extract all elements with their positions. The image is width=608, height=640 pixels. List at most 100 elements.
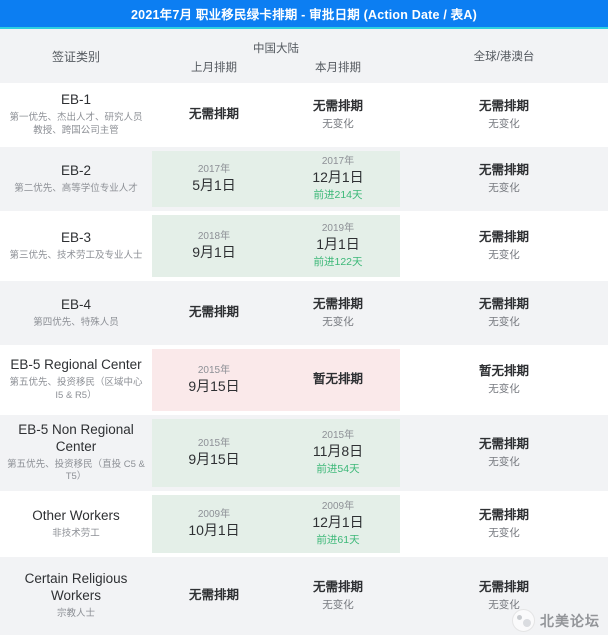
category-subtitle: 非技术劳工 [52,527,100,539]
category-subtitle: 第一优先、杰出人才、研究人员教授、跨国公司主管 [9,112,143,136]
date-value: 1月1日 [316,235,360,252]
no-change-note: 无变化 [322,316,354,329]
table-row: EB-3 第三优先、技术劳工及专业人士 2018年 9月1日 2019年 1月1日前进12… [0,211,608,281]
cell-category: EB-5 Non Regional Center 第五优先、投资移民（直投 C5 … [0,415,152,491]
category-subtitle: 第五优先、投资移民（直投 C5 & T5） [7,458,145,483]
no-change-note: 无变化 [322,118,354,131]
cell-current-month: 2009年 12月1日前进61天 [276,491,400,557]
column-header-worldwide: 全球/港澳台 [400,29,608,83]
cell-worldwide: 无需排期 无变化 [400,83,608,147]
date-year: 2009年 [197,509,231,521]
cell-previous-month: 2015年 9月15日 [152,415,276,491]
date-year: 2015年 [321,429,355,441]
date-value: 9月1日 [192,244,236,261]
date-value: 12月1日 [312,168,364,185]
date-value: 10月1日 [188,522,240,539]
column-header-china-group: 中国大陆 上月排期 本月排期 [152,29,400,83]
table-row: Other Workers 非技术劳工 2009年 10月1日 2009年 12月1日 前进… [0,491,608,557]
date-value: 暂无排期 [312,372,363,387]
cell-worldwide: 暂无排期 无变化 [400,345,608,415]
advance-days-badge: 前进54天 [316,462,360,475]
worldwide-value: 无需排期 [478,162,529,177]
cell-worldwide: 无需排期 无变化 [400,415,608,491]
worldwide-value: 暂无排期 [478,363,529,378]
date-year: 2017年 [197,164,231,176]
column-header-previous-month: 上月排期 [191,62,237,74]
date-year: 2018年 [197,231,231,243]
no-change-note: 无变化 [488,383,520,396]
cell-category: EB-1 第一优先、杰出人才、研究人员教授、跨国公司主管 [0,83,152,147]
no-change-note: 无变化 [488,118,520,131]
cell-category: EB-2 第二优先、高等学位专业人才 [0,147,152,211]
date-value: 12月1日 [312,513,364,530]
category-title: EB-5 Regional Center [10,357,142,373]
date-year: 2019年 [321,222,355,234]
date-value: 无需排期 [188,107,239,122]
date-value: 无需排期 [312,296,363,311]
cell-previous-month: 无需排期 [152,83,276,147]
page-title: 2021年7月 职业移民绿卡排期 - 审批日期 (Action Date / 表… [0,0,608,27]
category-title: EB-3 [60,229,91,245]
column-header-worldwide-label: 全球/港澳台 [473,51,535,63]
date-year: 2009年 [321,500,355,512]
advance-days-badge: 前进61天 [316,533,360,546]
category-subtitle: 宗教人士 [56,607,95,619]
category-title: Other Workers [32,507,120,523]
cell-worldwide: 无需排期 无变化 [400,211,608,281]
cell-category: Certain Religious Workers 宗教人士 [0,557,152,635]
date-year: 2015年 [197,438,231,450]
worldwide-value: 无需排期 [478,296,529,311]
cell-previous-month: 2017年 5月1日 [152,147,276,211]
cell-current-month: 无需排期 无变化 [276,83,400,147]
date-year: 2017年 [321,155,355,167]
category-title: EB-2 [60,162,91,178]
table-row: EB-1 第一优先、杰出人才、研究人员教授、跨国公司主管 无需排期 无需排期 无变化 无需… [0,83,608,147]
category-title: Certain Religious Workers [24,571,128,604]
column-header-category-label: 签证类别 [51,49,100,64]
cell-worldwide: 无需排期 无变化 [400,491,608,557]
cell-current-month: 无需排期 无变化 [276,557,400,635]
table-row: EB-5 Non Regional Center 第五优先、投资移民（直投 C5 … [0,415,608,491]
table-row: EB-2 第二优先、高等学位专业人才 2017年 5月1日 2017年 12月1日 前进21… [0,147,608,211]
cell-current-month: 无需排期 无变化 [276,281,400,345]
date-value: 5月1日 [192,177,236,194]
page-title-text: 2021年7月 职业移民绿卡排期 - 审批日期 (Action Date / 表… [131,8,477,22]
table-row: EB-5 Regional Center 第五优先、投资移民（区域中心 I5 & … [0,345,608,415]
date-value: 无需排期 [188,305,239,320]
worldwide-value: 无需排期 [478,436,529,451]
table-body: EB-1 第一优先、杰出人才、研究人员教授、跨国公司主管 无需排期 无需排期 无变化 无需… [0,83,608,635]
cell-current-month: 2015年 11月8日前进54天 [276,415,400,491]
cell-worldwide: 无需排期 无变化 [400,147,608,211]
category-title: EB-5 Non Regional Center [18,421,134,454]
cell-current-month: 暂无排期 [276,345,400,415]
date-value: 无需排期 [312,98,363,113]
no-change-note: 无变化 [488,182,520,195]
advance-days-badge: 前进214天 [313,188,363,201]
date-value: 无需排期 [312,579,363,594]
cell-category: EB-5 Regional Center 第五优先、投资移民（区域中心 I5 & … [0,345,152,415]
date-value: 9月15日 [188,378,240,395]
worldwide-value: 无需排期 [478,98,529,113]
cell-previous-month: 2018年 9月1日 [152,211,276,281]
cell-previous-month: 2009年 10月1日 [152,491,276,557]
category-subtitle: 第三优先、技术劳工及专业人士 [9,249,143,261]
forum-logo-icon [512,609,535,632]
visa-bulletin-table: 2021年7月 职业移民绿卡排期 - 审批日期 (Action Date / 表… [0,0,608,640]
category-title: EB-1 [60,92,91,108]
watermark: 北美论坛 [512,609,600,632]
category-subtitle: 第五优先、投资移民（区域中心 I5 & R5） [9,377,143,401]
cell-previous-month: 无需排期 [152,557,276,635]
no-change-note: 无变化 [488,527,520,540]
no-change-note: 无变化 [322,599,354,612]
no-change-note: 无变化 [488,249,520,262]
date-year: 2015年 [197,365,231,377]
watermark-text: 北美论坛 [540,614,600,630]
column-header-current-month: 本月排期 [315,62,361,74]
advance-days-badge: 前进122天 [313,255,363,268]
table-header-row: 签证类别 中国大陆 上月排期 本月排期 全球/港澳台 [0,29,608,83]
worldwide-value: 无需排期 [478,507,529,522]
date-value: 11月8日 [312,442,364,459]
cell-category: EB-4 第四优先、特殊人员 [0,281,152,345]
date-value: 无需排期 [188,588,239,603]
worldwide-value: 无需排期 [478,579,529,594]
